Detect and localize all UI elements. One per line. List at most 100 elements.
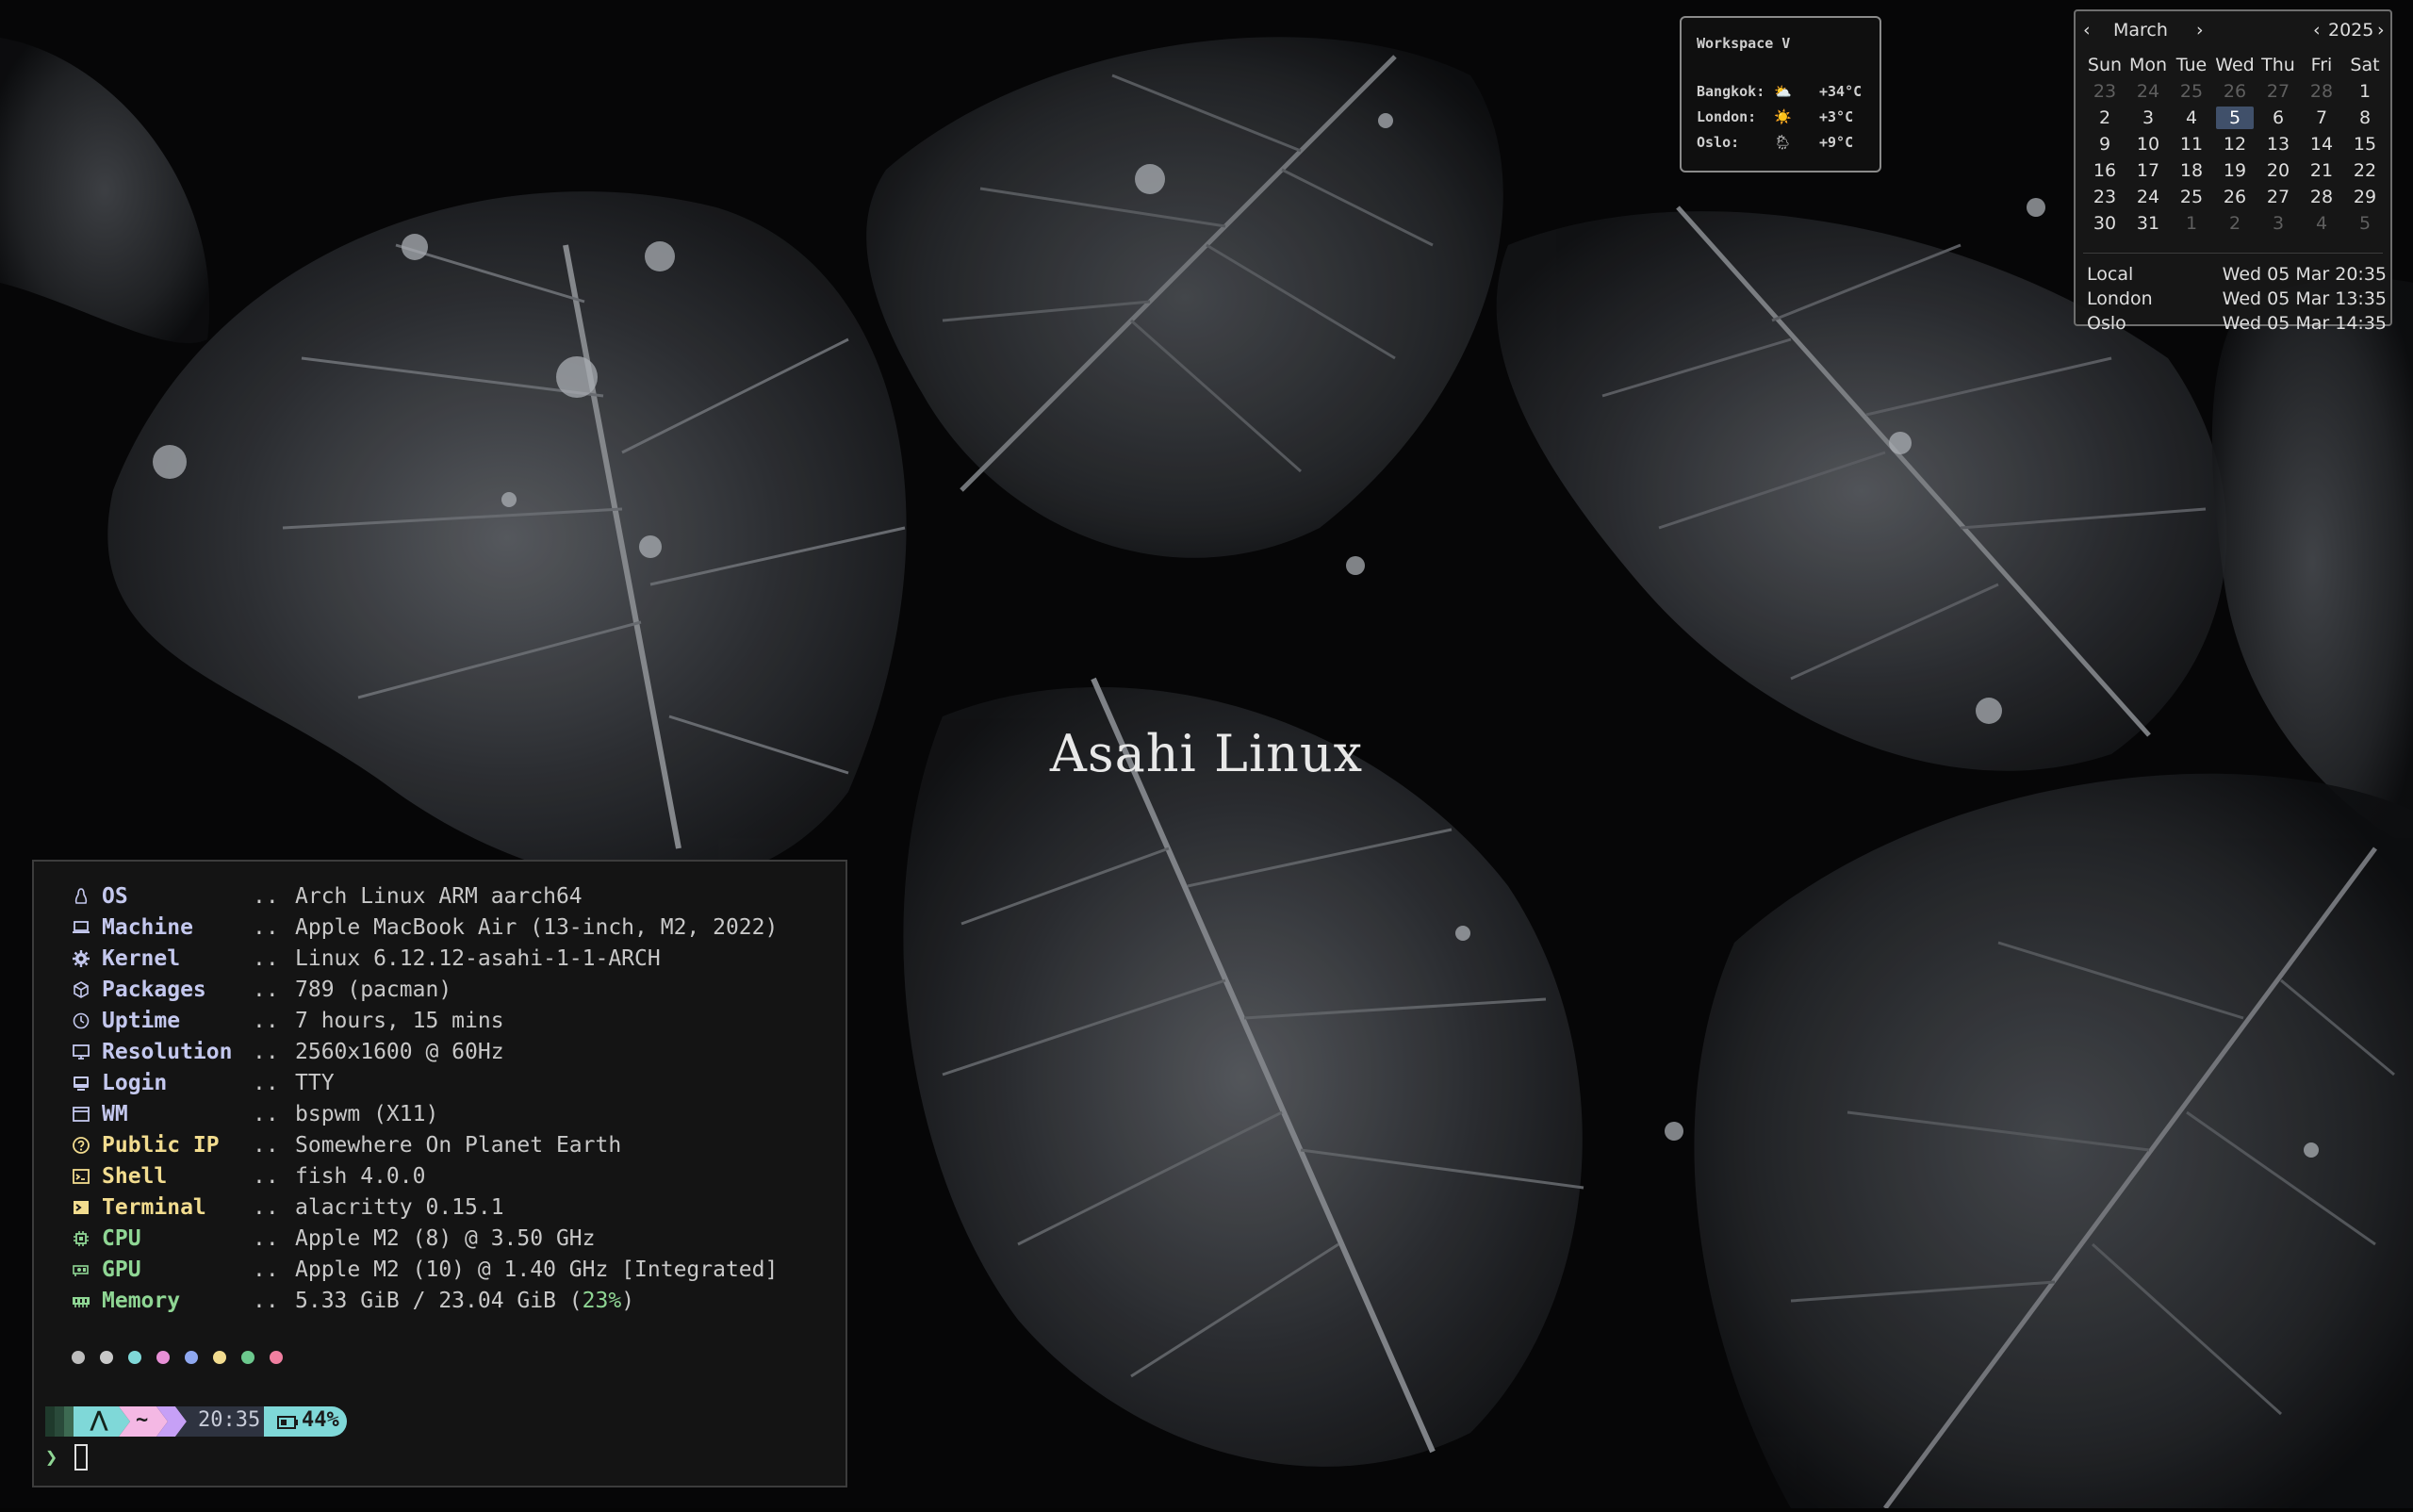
calendar-day-today[interactable]: 5 (2213, 107, 2257, 129)
day-number: 28 (2309, 187, 2334, 207)
day-number: 30 (2093, 213, 2117, 234)
wallpaper-title: Asahi Linux (1049, 724, 1364, 783)
day-number: 23 (2093, 81, 2117, 102)
day-number: 27 (2266, 187, 2290, 207)
info-value-text: Arch Linux ARM aarch64 (295, 883, 583, 909)
calendar-day[interactable]: 20 (2257, 160, 2300, 181)
calendar-day[interactable]: 1 (2170, 213, 2213, 234)
calendar-day[interactable]: 4 (2170, 107, 2213, 128)
day-number: 10 (2136, 134, 2160, 155)
day-number: 11 (2179, 134, 2204, 155)
weather-temp: +9°C (1819, 133, 1854, 151)
weather-city: London: (1697, 107, 1757, 125)
calendar-day[interactable]: 22 (2343, 160, 2387, 181)
calendar-grid: Sun Mon Tue Wed Thu Fri Sat 23 24 25 26 27 28 1 2 3 4 5 6 7… (2083, 52, 2387, 237)
laptop-icon (72, 918, 102, 937)
weekday-label: Tue (2175, 55, 2208, 75)
calendar-day[interactable]: 14 (2300, 134, 2343, 155)
calendar-day[interactable]: 18 (2170, 160, 2213, 181)
prev-month-button[interactable]: ‹ (2083, 20, 2091, 41)
command-line[interactable]: ❯ (45, 1440, 89, 1474)
info-row-public-ip: Public IP.. Somewhere On Planet Earth (72, 1129, 778, 1160)
calendar-day[interactable]: 25 (2170, 81, 2213, 102)
weekday-label: Wed (2215, 55, 2255, 75)
color-palette (72, 1351, 283, 1364)
next-month-button[interactable]: › (2196, 20, 2204, 41)
prompt-time: 20:35 (198, 1408, 261, 1432)
info-value-text: Apple M2 (10) @ 1.40 GHz [Integrated] (295, 1257, 779, 1282)
text-cursor (74, 1444, 89, 1471)
info-row-gpu: GPU.. Apple M2 (10) @ 1.40 GHz [Integrate… (72, 1254, 778, 1285)
calendar-day[interactable]: 13 (2257, 134, 2300, 155)
calendar-day[interactable]: 6 (2257, 107, 2300, 128)
info-value-text: Apple M2 (8) @ 3.50 GHz (295, 1225, 596, 1251)
calendar-day[interactable]: 4 (2300, 213, 2343, 234)
calendar-day[interactable]: 25 (2170, 187, 2213, 207)
day-number: 25 (2179, 81, 2204, 102)
day-number: 14 (2309, 134, 2334, 155)
info-row-cpu: CPU.. Apple M2 (8) @ 3.50 GHz (72, 1223, 778, 1254)
calendar-day[interactable]: 24 (2126, 81, 2170, 102)
info-value-text: alacritty 0.15.1 (295, 1194, 504, 1220)
next-year-button[interactable]: › (2377, 20, 2385, 41)
calendar-day[interactable]: 10 (2126, 134, 2170, 155)
calendar-day[interactable]: 21 (2300, 160, 2343, 181)
weekday-label: Thu (2261, 55, 2295, 75)
calendar-day[interactable]: 27 (2257, 187, 2300, 207)
day-number: 18 (2179, 160, 2204, 181)
info-value-text: fish 4.0.0 (295, 1163, 426, 1189)
info-row-kernel: Kernel.. Linux 6.12.12-asahi-1-1-ARCH (72, 943, 778, 974)
day-number: 28 (2309, 81, 2334, 102)
info-row-machine: Machine.. Apple MacBook Air (13-inch, M2,… (72, 912, 778, 943)
calendar-day[interactable]: 31 (2126, 213, 2170, 234)
weather-temp: +34°C (1819, 82, 1863, 100)
palette-dot (72, 1351, 85, 1364)
day-number: 16 (2093, 160, 2117, 181)
calendar-day[interactable]: 7 (2300, 107, 2343, 128)
calendar-day[interactable]: 27 (2257, 81, 2300, 102)
info-value: 5.33 GiB / 23.04 GiB (23%) (295, 1289, 634, 1313)
calendar-day[interactable]: 29 (2343, 187, 2387, 207)
calendar-day[interactable]: 26 (2213, 81, 2257, 102)
sun-icon: ☀️ (1774, 107, 1792, 125)
info-value-text: Somewhere On Planet Earth (295, 1132, 622, 1158)
calendar-day[interactable]: 2 (2083, 107, 2126, 128)
clock-row: Oslo Wed 05 Mar 14:35 (2087, 311, 2387, 336)
world-clocks: Local Wed 05 Mar 20:35 London Wed 05 Mar… (2087, 262, 2387, 336)
calendar-day[interactable]: 16 (2083, 160, 2126, 181)
calendar-day[interactable]: 30 (2083, 213, 2126, 234)
info-separator: .. (253, 914, 279, 940)
calendar-day[interactable]: 17 (2126, 160, 2170, 181)
palette-dot (213, 1351, 226, 1364)
info-value-text: Apple MacBook Air (13-inch, M2, 2022) (295, 914, 779, 940)
info-key: Packages (102, 977, 206, 1002)
info-row-wm: WM.. bspwm (X11) (72, 1098, 778, 1129)
info-value-text: 7 hours, 15 mins (295, 1008, 504, 1033)
info-separator: .. (253, 1288, 279, 1313)
info-value-text: 2560x1600 @ 60Hz (295, 1039, 504, 1064)
calendar-day[interactable]: 8 (2343, 107, 2387, 128)
calendar-day[interactable]: 28 (2300, 81, 2343, 102)
year-label: 2025 (2328, 20, 2374, 41)
clock-time: Wed 05 Mar 20:35 (2222, 264, 2387, 285)
calendar-day[interactable]: 23 (2083, 187, 2126, 207)
weather-row: Oslo: 🌦 +9°C (1697, 129, 1864, 155)
calendar-day[interactable]: 5 (2343, 213, 2387, 234)
calendar-day[interactable]: 26 (2213, 187, 2257, 207)
calendar-day[interactable]: 19 (2213, 160, 2257, 181)
calendar-day[interactable]: 3 (2126, 107, 2170, 128)
prev-year-button[interactable]: ‹ (2313, 20, 2321, 41)
calendar-day[interactable]: 28 (2300, 187, 2343, 207)
memory-percent-close: ) (621, 1288, 635, 1313)
calendar-day[interactable]: 24 (2126, 187, 2170, 207)
calendar-day[interactable]: 12 (2213, 134, 2257, 155)
calendar-day[interactable]: 9 (2083, 134, 2126, 155)
calendar-day[interactable]: 3 (2257, 213, 2300, 234)
calendar-day[interactable]: 11 (2170, 134, 2213, 155)
calendar-day[interactable]: 1 (2343, 81, 2387, 102)
info-separator: .. (253, 1039, 279, 1064)
calendar-day[interactable]: 23 (2083, 81, 2126, 102)
calendar-day[interactable]: 15 (2343, 134, 2387, 155)
terminal-window[interactable]: OS.. Arch Linux ARM aarch64 Machine.. Apple… (32, 860, 847, 1487)
calendar-day[interactable]: 2 (2213, 213, 2257, 234)
